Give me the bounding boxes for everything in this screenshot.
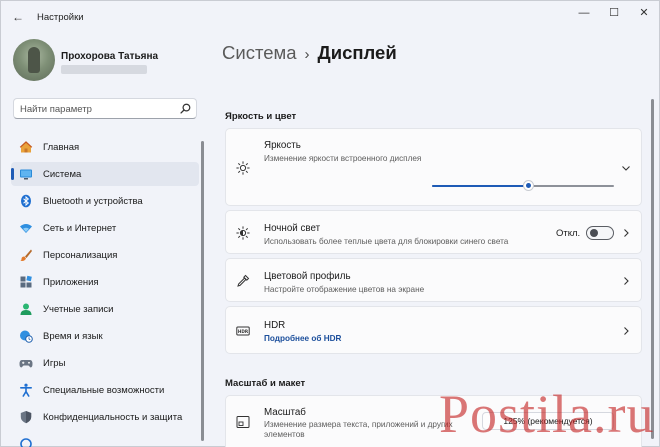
watermark-text: Postila.ru: [439, 384, 655, 444]
profile-name: Прохорова Татьяна: [61, 51, 159, 62]
hdr-learn-more-link[interactable]: Подробнее об HDR: [264, 334, 341, 343]
night-light-card[interactable]: Ночной свет Использовать более теплые цв…: [225, 210, 642, 254]
brightness-card[interactable]: Яркость Изменение яркости встроенного ди…: [225, 128, 642, 206]
sidebar-item-label: Система: [43, 169, 82, 180]
app-title: Настройки: [37, 12, 84, 23]
title-bar: ← Настройки — ☐ ✕: [1, 1, 659, 33]
chevron-right-icon[interactable]: [621, 326, 631, 336]
sidebar-item-home[interactable]: Главная: [11, 135, 199, 159]
close-button[interactable]: ✕: [629, 5, 659, 21]
eyedropper-icon: [237, 274, 250, 287]
wifi-icon: [20, 224, 32, 233]
section-title-brightness-color: Яркость и цвет: [225, 111, 297, 122]
bluetooth-icon: [21, 194, 31, 208]
scale-description-line1: Изменение размера текста, приложений и д…: [264, 420, 453, 429]
svg-text:HDR: HDR: [238, 329, 249, 334]
maximize-button[interactable]: ☐: [599, 5, 629, 21]
monitor-icon: [20, 169, 32, 180]
toggle-knob: [590, 229, 598, 237]
search-input[interactable]: [20, 103, 180, 115]
sidebar-item-label: Игры: [43, 358, 66, 369]
sidebar-item-time-language[interactable]: Время и язык: [11, 324, 199, 348]
sidebar-item-label: Учетные записи: [43, 304, 114, 315]
sidebar-item-system[interactable]: Система: [11, 162, 199, 186]
sidebar-item-label: Время и язык: [43, 331, 103, 342]
night-light-title: Ночной свет: [264, 223, 321, 234]
breadcrumb-parent[interactable]: Система: [222, 42, 297, 63]
sidebar-item-bluetooth[interactable]: Bluetooth и устройства: [11, 189, 199, 213]
globe-clock-icon: [20, 330, 33, 343]
scale-title: Масштаб: [264, 407, 306, 418]
page-title: Дисплей: [317, 42, 397, 63]
sidebar-item-label: Конфиденциальность и защита: [43, 412, 183, 423]
sidebar-item-label: Специальные возможности: [43, 385, 165, 396]
sidebar-item-accounts[interactable]: Учетные записи: [11, 297, 199, 321]
avatar-figure: [28, 47, 40, 73]
sidebar-item-accessibility[interactable]: Специальные возможности: [11, 378, 199, 402]
accessibility-icon: [20, 383, 32, 397]
night-light-icon: [236, 226, 250, 240]
brightness-description: Изменение яркости встроенного дисплея: [264, 154, 422, 163]
sidebar-item-gaming[interactable]: Игры: [11, 351, 199, 375]
chevron-right-icon[interactable]: [621, 228, 631, 238]
color-profile-card[interactable]: Цветовой профиль Настройте отображение ц…: [225, 258, 642, 302]
color-profile-title: Цветовой профиль: [264, 271, 351, 282]
night-light-description: Использовать более теплые цвета для блок…: [264, 237, 509, 246]
update-icon: [20, 438, 32, 447]
sidebar-item-personalization[interactable]: Персонализация: [11, 243, 199, 267]
brightness-slider-fill: [432, 185, 529, 187]
sidebar-item-windows-update[interactable]: [11, 432, 199, 447]
brightness-title: Яркость: [264, 140, 301, 151]
sidebar-item-privacy[interactable]: Конфиденциальность и защита: [11, 405, 199, 429]
sidebar-scrollbar[interactable]: [201, 141, 204, 441]
selection-indicator: [11, 168, 14, 180]
sidebar-item-label: Сеть и Интернет: [43, 223, 117, 234]
avatar[interactable]: [13, 39, 55, 81]
breadcrumb: Система › Дисплей: [222, 42, 397, 64]
search-icon[interactable]: [179, 102, 192, 115]
sidebar-item-apps[interactable]: Приложения: [11, 270, 199, 294]
search-box: [13, 98, 197, 119]
brush-icon: [20, 249, 32, 262]
section-title-scale-layout: Масштаб и макет: [225, 378, 306, 389]
apps-icon: [20, 275, 32, 288]
scale-description-line2: элементов: [264, 430, 305, 439]
minimize-button[interactable]: —: [569, 5, 599, 21]
watermark: Postila.ru: [439, 381, 660, 447]
hdr-card[interactable]: HDR HDR Подробнее об HDR: [225, 306, 642, 354]
shield-icon: [20, 411, 32, 424]
sidebar-item-label: Персонализация: [43, 250, 118, 261]
chevron-down-icon[interactable]: [621, 163, 631, 173]
sidebar-item-label: Главная: [43, 142, 80, 153]
night-light-toggle[interactable]: [586, 226, 614, 240]
sun-icon: [236, 161, 250, 175]
sidebar-item-label: Приложения: [43, 277, 99, 288]
settings-window: ← Настройки — ☐ ✕ Прохорова Татьяна Глав…: [0, 0, 660, 447]
hdr-title: HDR: [264, 320, 286, 331]
profile-email-redacted: [61, 65, 147, 74]
hdr-icon: HDR: [236, 326, 250, 336]
scale-icon: [236, 416, 250, 428]
gamepad-icon: [19, 360, 33, 368]
sidebar-item-label: Bluetooth и устройства: [43, 196, 143, 207]
breadcrumb-separator: ›: [304, 46, 310, 63]
home-icon: [19, 141, 33, 153]
back-button[interactable]: ←: [9, 9, 27, 25]
account-icon: [20, 303, 32, 315]
color-profile-description: Настройте отображение цветов на экране: [264, 285, 425, 294]
night-light-toggle-state: Откл.: [556, 228, 581, 239]
chevron-right-icon[interactable]: [621, 276, 631, 286]
sidebar-item-network[interactable]: Сеть и Интернет: [11, 216, 199, 240]
brightness-slider-thumb[interactable]: [522, 180, 534, 191]
